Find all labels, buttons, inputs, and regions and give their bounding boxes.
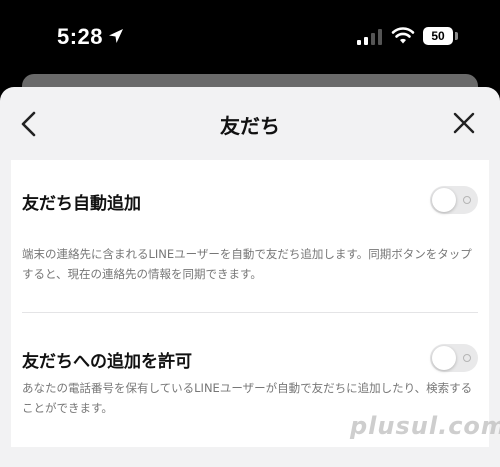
toggle-off-icon bbox=[463, 196, 471, 204]
auto-add-friends-description: 端末の連絡先に含まれるLINEユーザーを自動で友だち追加します。同期ボタンをタッ… bbox=[22, 244, 476, 284]
toggle-off-icon bbox=[463, 354, 471, 362]
battery-cap bbox=[455, 32, 458, 40]
auto-add-friends-toggle[interactable] bbox=[430, 186, 478, 214]
location-arrow-icon bbox=[109, 29, 123, 43]
cellular-signal-icon bbox=[357, 29, 382, 45]
divider bbox=[22, 312, 478, 313]
page-title: 友だち bbox=[220, 114, 280, 138]
toggle-knob bbox=[432, 188, 456, 212]
wifi-icon bbox=[391, 27, 415, 44]
status-time: 5:28 bbox=[57, 24, 104, 49]
watermark: plusul.com bbox=[350, 412, 500, 440]
allow-others-to-add-title: 友だちへの追加を許可 bbox=[22, 352, 192, 372]
description-line: すると、現在の連絡先の情報を同期できます。 bbox=[22, 267, 262, 281]
toggle-knob bbox=[432, 346, 456, 370]
close-button[interactable] bbox=[452, 110, 476, 136]
allow-others-to-add-toggle[interactable] bbox=[430, 344, 478, 372]
battery-indicator: 50 bbox=[423, 27, 453, 45]
description-line: あなたの電話番号を保有しているLINEユーザーが自動で友だちに追加したり、検索す… bbox=[22, 381, 473, 395]
description-line: 端末の連絡先に含まれるLINEユーザーを自動で友だち追加します。同期ボタンをタッ… bbox=[22, 247, 472, 261]
auto-add-friends-title: 友だち自動追加 bbox=[22, 194, 141, 214]
